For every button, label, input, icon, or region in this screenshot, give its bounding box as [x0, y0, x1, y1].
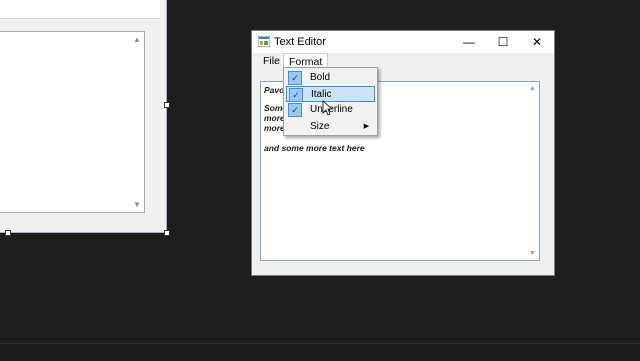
resize-handle-right[interactable] — [164, 102, 170, 108]
background-textbox[interactable]: ▲ ▼ — [0, 31, 145, 213]
bottom-status-strip — [0, 343, 640, 361]
text-line: and some more text here — [264, 143, 365, 153]
text-line: more — [264, 113, 285, 123]
menu-item-bold[interactable]: ✓ Bold — [286, 70, 375, 86]
minimize-button[interactable]: — — [452, 31, 486, 53]
submenu-arrow-icon: ▶ — [363, 123, 369, 130]
menu-item-label: Size — [310, 121, 330, 132]
resize-handle-bottom-left[interactable] — [5, 230, 11, 236]
resize-handle-bottom-right[interactable] — [164, 230, 170, 236]
scroll-down-icon[interactable]: ▼ — [529, 250, 536, 257]
text-line: Pavo — [264, 85, 285, 95]
text-line: more — [264, 123, 285, 133]
mouse-cursor-icon — [322, 100, 332, 116]
maximize-button[interactable]: ☐ — [486, 31, 520, 53]
checkmark-icon: ✓ — [288, 103, 302, 117]
menu-item-size[interactable]: Size ▶ — [286, 119, 375, 135]
rich-text-scrollbar[interactable]: ▲ ▼ — [527, 82, 539, 260]
checkmark-icon: ✓ — [288, 71, 302, 85]
scroll-up-icon[interactable]: ▲ — [529, 85, 536, 92]
scroll-up-icon[interactable]: ▲ — [133, 35, 141, 44]
close-button[interactable]: ✕ — [520, 31, 554, 53]
menu-file[interactable]: File — [258, 53, 285, 70]
background-form-header — [0, 0, 160, 19]
background-textbox-scrollbar[interactable]: ▲ ▼ — [130, 32, 144, 212]
checkmark-icon: ✓ — [289, 88, 303, 102]
menu-item-label: Bold — [310, 72, 331, 83]
background-form: ▲ ▼ — [0, 0, 167, 233]
scroll-down-icon[interactable]: ▼ — [133, 200, 141, 209]
title-bar[interactable]: Text Editor — ☐ ✕ — [252, 31, 554, 53]
window-title: Text Editor — [274, 36, 326, 48]
app-icon — [258, 36, 270, 47]
